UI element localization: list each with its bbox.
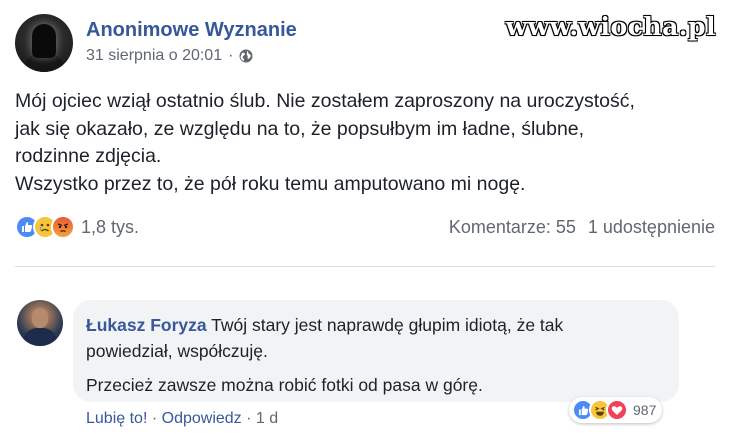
avatar-figure-body — [23, 328, 57, 346]
post-stats: Komentarze: 55 1 udostępnienie — [449, 217, 715, 238]
shares-count-link[interactable]: 1 udostępnienie — [588, 217, 715, 238]
angry-icon — [51, 215, 75, 239]
comment-text: Twój stary jest naprawdę głupim idiotą, … — [211, 315, 564, 335]
comment-bubble: Łukasz Foryza Twój stary jest naprawdę g… — [73, 300, 679, 402]
avatar-figure-hood — [32, 24, 56, 58]
post-text-line: Wszystko przez to, że pół roku temu ampu… — [15, 172, 526, 195]
action-separator: · — [151, 410, 158, 427]
avatar-figure-face — [32, 308, 48, 328]
comment-reactions[interactable]: 987 — [569, 397, 663, 423]
post-text-line: jak się okazało, ze względu na to, że po… — [15, 117, 585, 140]
comments-count-link[interactable]: Komentarze: 55 — [449, 217, 576, 238]
action-separator: · — [246, 410, 252, 427]
post-text-line: rodzinne zdjęcia. — [15, 145, 162, 167]
watermark: www.wiocha.pl — [505, 12, 716, 41]
post-text-line: Mój ojciec wziął ostatnio ślub. Nie zost… — [15, 90, 635, 112]
post-body: Mój ojciec wziął ostatnio ślub. Nie zost… — [15, 88, 715, 198]
post-meta: 31 sierpnia o 20:01 · — [86, 47, 253, 65]
reply-link[interactable]: Odpowiedz — [162, 410, 242, 427]
comment-first-paragraph: Łukasz Foryza Twój stary jest naprawdę g… — [86, 312, 666, 364]
globe-icon — [239, 49, 253, 63]
post-timestamp[interactable]: 31 sierpnia o 20:01 — [86, 47, 222, 65]
reaction-count[interactable]: 1,8 tys. — [81, 217, 139, 238]
page-name-link[interactable]: Anonimowe Wyznanie — [86, 19, 297, 42]
meta-separator: · — [228, 47, 234, 64]
commenter-avatar[interactable] — [17, 300, 63, 346]
comment-age[interactable]: 1 d — [256, 410, 278, 427]
like-comment-link[interactable]: Lubię to! — [86, 410, 147, 427]
reactions-bar: 1,8 tys. Komentarze: 55 1 udostępnienie — [15, 213, 715, 241]
comment-actions: Lubię to! · Odpowiedz · 1 d — [86, 410, 278, 428]
page-avatar[interactable] — [15, 14, 73, 72]
comment-text: powiedział, współczuję. — [86, 341, 268, 361]
comment-reaction-count: 987 — [633, 402, 657, 418]
reaction-icons[interactable] — [15, 215, 75, 239]
comment-author-link[interactable]: Łukasz Foryza — [86, 315, 207, 335]
love-icon — [606, 399, 628, 421]
divider — [15, 266, 715, 267]
comment-text: Przecież zawsze można robić fotki od pas… — [86, 375, 483, 395]
